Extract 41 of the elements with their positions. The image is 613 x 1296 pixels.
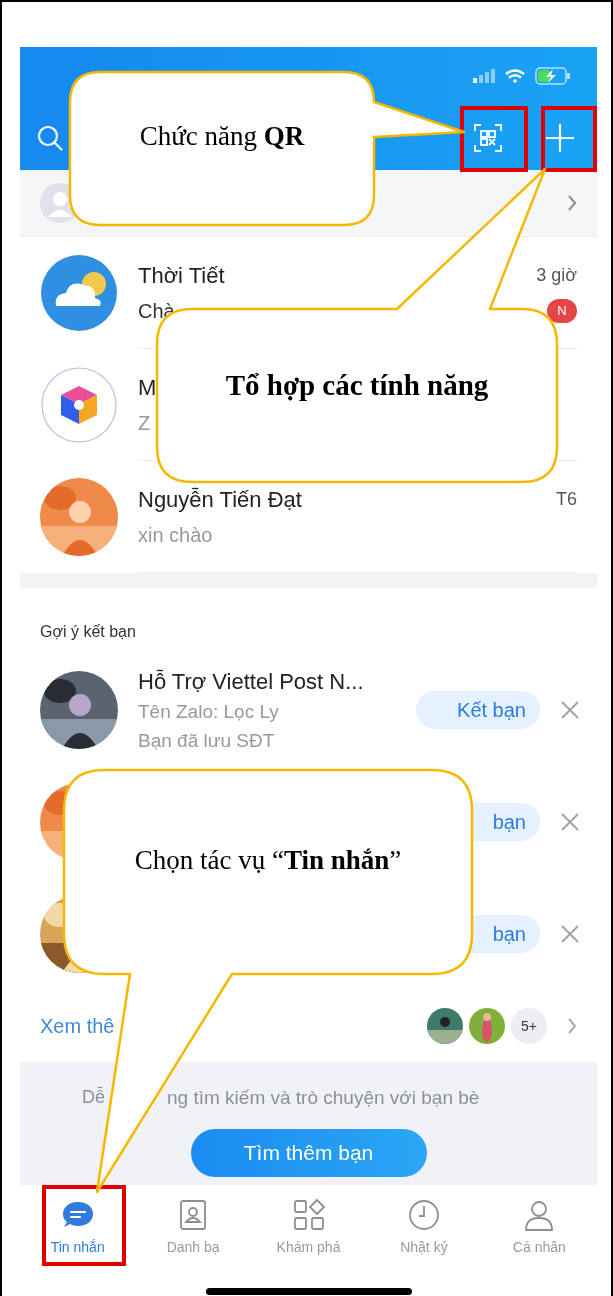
hint-text: ng tìm kiếm và trò chuyện với bạn bè bbox=[167, 1086, 480, 1110]
nav-tab[interactable]: Tin nhắn bbox=[20, 1197, 136, 1258]
highlight-frame bbox=[541, 106, 597, 172]
close-icon[interactable] bbox=[560, 812, 580, 832]
chat-name: M bbox=[138, 374, 157, 402]
suggestion-name: Hỗ Trợ Viettel Post N... bbox=[138, 668, 365, 696]
plus-icon[interactable] bbox=[545, 122, 575, 153]
suggestion-detail: Tên Zalo: Lọc Ly bbox=[138, 700, 280, 724]
section-title: Gợi ý kết bạn bbox=[40, 622, 136, 642]
hint-text: Dễ bbox=[82, 1085, 105, 1109]
chat-preview: Z bbox=[138, 411, 151, 436]
nav-tab[interactable]: Cá nhân bbox=[481, 1197, 598, 1258]
search-icon[interactable] bbox=[36, 123, 64, 152]
tooltip-text: Tổ hợp các tính năng bbox=[225, 368, 489, 403]
cloud-sun-icon bbox=[40, 254, 118, 332]
chat-time: T6 bbox=[556, 488, 577, 511]
nav-tab[interactable]: Khám phá bbox=[250, 1197, 367, 1258]
wifi-icon bbox=[505, 69, 525, 83]
see-more-link[interactable]: Xem thê bbox=[40, 1011, 115, 1041]
close-icon[interactable] bbox=[560, 924, 580, 944]
nav-tab[interactable]: Nhật ký bbox=[366, 1197, 482, 1258]
chevron-right-icon bbox=[567, 194, 577, 212]
highlight-frame bbox=[460, 106, 528, 172]
signal-icon bbox=[473, 69, 495, 83]
add-friend-button[interactable]: Kết bạn bbox=[416, 691, 540, 729]
chat-preview: xin chào bbox=[138, 523, 213, 548]
close-icon[interactable] bbox=[560, 700, 580, 720]
cube-logo-icon bbox=[40, 366, 118, 444]
more-count: 5+ bbox=[511, 1008, 547, 1044]
qr-code-icon[interactable] bbox=[473, 122, 503, 153]
tooltip-text: Chức năng QR bbox=[139, 120, 305, 153]
chat-name: Nguyễn Tiến Đạt bbox=[138, 486, 302, 514]
find-friends-button[interactable]: Tìm thêm bạn bbox=[190, 1128, 427, 1177]
chat-time: 3 giờ bbox=[536, 264, 577, 287]
suggestion-detail: Bạn đã lưu SĐT bbox=[138, 728, 276, 753]
chevron-right-icon bbox=[567, 1017, 577, 1035]
chat-name: Thời Tiết bbox=[138, 262, 225, 290]
battery-charging-icon bbox=[535, 67, 571, 85]
nav-tab[interactable]: Danh bạ bbox=[135, 1197, 251, 1258]
unread-badge: N bbox=[547, 299, 577, 323]
tooltip-text: Chọn tác vụ “Tin nhắn” bbox=[134, 844, 402, 877]
